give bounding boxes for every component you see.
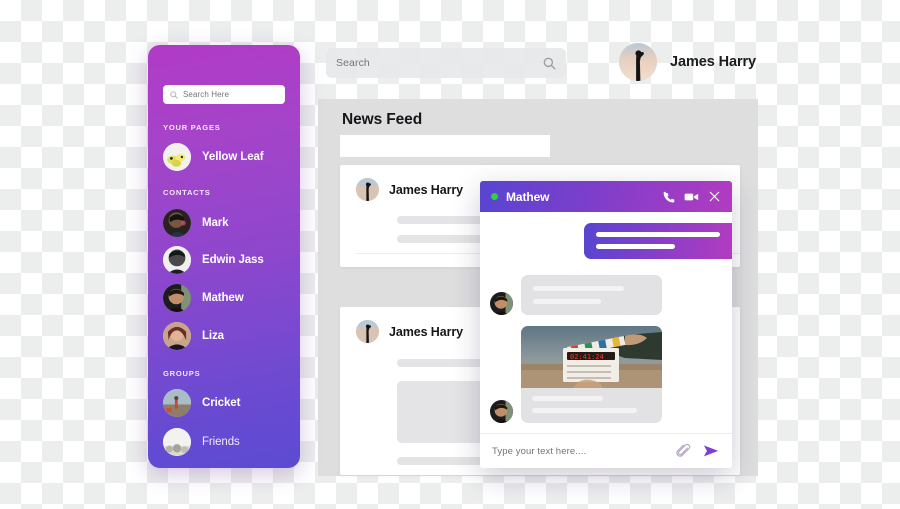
sidebar-item-label: Yellow Leaf [202,151,264,163]
sidebar-item-label: Cricket [202,397,241,409]
chat-input-bar[interactable] [480,433,732,468]
chat-message-input[interactable] [492,445,665,457]
chat-photo-card[interactable]: 02:41:24 [521,326,662,423]
sidebar-section-your-pages: YOUR PAGES [163,123,221,132]
chat-photo-caption [521,388,662,423]
sidebar-item-liza[interactable]: Liza [163,322,224,350]
post-author: James Harry [389,324,463,339]
sidebar-item-label: Mathew [202,292,244,304]
sidebar-item-mathew[interactable]: Mathew [163,284,244,312]
chat-window: Mathew 02:41:24 Type your text here.... [480,181,732,468]
chat-message-outgoing [584,223,732,259]
search-icon[interactable] [170,90,178,99]
online-status-dot [491,193,498,200]
video-icon[interactable] [684,190,700,204]
chat-bubble [521,275,662,315]
close-icon[interactable] [708,190,721,203]
chat-message-incoming-photo: 02:41:24 [490,326,662,423]
search-input[interactable] [336,57,543,69]
profile-chip[interactable]: James Harry [619,43,756,81]
sidebar-item-yellow-leaf[interactable]: Yellow Leaf [163,143,264,171]
sidebar-search-box[interactable] [163,85,285,104]
paperclip-icon[interactable] [675,443,692,460]
avatar[interactable] [490,400,513,423]
sidebar-item-friends[interactable]: Friends [163,428,240,456]
call-icon[interactable] [662,190,676,204]
sidebar-item-label: Mark [202,217,229,229]
search-icon[interactable] [543,57,556,70]
chat-header: Mathew [480,181,732,212]
post-author: James Harry [389,182,463,197]
avatar[interactable] [163,284,191,312]
sidebar-item-label: Liza [202,330,224,342]
sidebar-item-label: Friends [202,436,240,448]
svg-text:02:41:24: 02:41:24 [570,353,604,361]
post-text-placeholder [397,235,484,243]
avatar[interactable] [163,322,191,350]
avatar[interactable] [619,43,658,81]
avatar[interactable] [163,246,191,274]
send-icon[interactable] [702,442,720,460]
sidebar-section-groups: GROUPS [163,369,201,378]
sidebar-item-cricket[interactable]: Cricket [163,389,240,417]
sidebar-item-mark[interactable]: Mark [163,209,229,237]
sidebar: YOUR PAGES Yellow Leaf CONTACTS [148,45,300,468]
avatar[interactable] [163,209,191,237]
avatar[interactable] [163,389,191,417]
sidebar-item-label: Edwin Jass [202,254,264,266]
header-search-box[interactable] [326,48,566,78]
avatar[interactable] [356,178,379,201]
sidebar-search-input[interactable] [183,90,278,99]
avatar[interactable] [163,143,191,171]
sidebar-section-contacts: CONTACTS [163,188,211,197]
app-root: James Harry News Feed James Harry [0,0,900,509]
clapperboard-photo: 02:41:24 [521,326,662,388]
avatar[interactable] [163,428,191,456]
post-composer[interactable] [340,135,550,157]
sidebar-item-edwin-jass[interactable]: Edwin Jass [163,246,264,274]
page-title: News Feed [342,111,423,128]
chat-message-list[interactable]: 02:41:24 [480,212,732,433]
avatar[interactable] [490,292,513,315]
avatar[interactable] [356,320,379,343]
profile-name: James Harry [670,54,756,70]
chat-title: Mathew [506,189,550,204]
top-header: James Harry [318,40,758,88]
chat-message-incoming [490,275,662,315]
